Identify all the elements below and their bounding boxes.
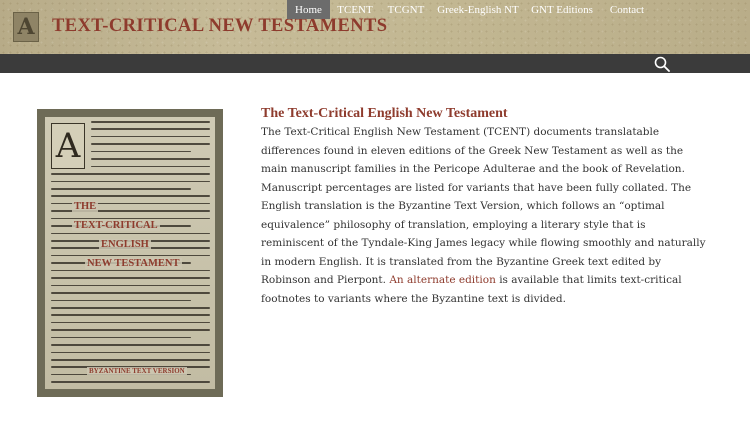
- content-body: The Text-Critical English New Testament …: [261, 123, 706, 308]
- greek-text-line: [51, 173, 210, 175]
- greek-text-line: [51, 329, 210, 331]
- image-line-2: TEXT-CRITICAL: [72, 220, 160, 231]
- greek-text-line: [51, 232, 210, 235]
- greek-text-line: [91, 135, 211, 138]
- greek-text-line: [51, 254, 210, 257]
- site-title[interactable]: TEXT-CRITICAL NEW TESTAMENTS: [52, 16, 387, 37]
- greek-text-line: [91, 158, 211, 160]
- nav-gnt-editions[interactable]: GNT Editions: [528, 0, 596, 19]
- search-icon[interactable]: [654, 56, 670, 72]
- greek-text-line: [51, 321, 210, 324]
- greek-text-line: [51, 277, 210, 279]
- greek-text-line: [51, 180, 210, 183]
- content-title: The Text-Critical English New Testament: [261, 106, 508, 121]
- greek-text-line: [51, 187, 191, 190]
- initial-letter: A: [55, 126, 81, 166]
- greek-text-line: [51, 336, 191, 339]
- image-footer: BYZANTINE TEXT VERSION: [87, 367, 187, 375]
- greek-text-line: [51, 381, 210, 383]
- greek-text-line: [91, 165, 211, 168]
- greek-text-line: [51, 284, 210, 287]
- image-line-3: ENGLISH: [99, 239, 151, 250]
- illuminated-initial: A: [51, 123, 85, 169]
- image-line-1: THE: [72, 201, 99, 212]
- illuminated-letter-logo-icon: A: [17, 14, 35, 40]
- greek-text-line: [91, 128, 211, 131]
- greek-text-line: [51, 359, 210, 361]
- greek-text-line: [51, 292, 210, 294]
- greek-text-line: [51, 351, 210, 354]
- manuscript-page: A THE TEXT-CRITICAL ENGLISH NEW TESTAMEN…: [45, 117, 215, 389]
- greek-text-line: [51, 299, 191, 302]
- greek-text-line: [51, 314, 210, 316]
- greek-text-line: [91, 143, 211, 145]
- greek-text-line: [51, 344, 210, 346]
- greek-text-line: [91, 121, 211, 123]
- greek-text-line: [51, 306, 210, 309]
- nav-contact[interactable]: Contact: [604, 0, 650, 19]
- nav-home[interactable]: Home: [287, 0, 330, 19]
- greek-text-line: [51, 269, 210, 272]
- manuscript-image: A THE TEXT-CRITICAL ENGLISH NEW TESTAMEN…: [37, 109, 223, 397]
- greek-text-line: [51, 195, 210, 197]
- greek-text-line: [91, 150, 192, 153]
- nav-tcent[interactable]: TCENT: [334, 0, 376, 19]
- nav-tcgnt[interactable]: TCGNT: [384, 0, 428, 19]
- nav-greek-english-nt[interactable]: Greek-English NT: [436, 0, 520, 19]
- image-line-4: NEW TESTAMENT: [85, 258, 182, 269]
- site-logo[interactable]: A: [13, 12, 39, 42]
- body-text: The Text-Critical English New Testament …: [261, 126, 706, 286]
- main-nav: [0, 54, 750, 73]
- alternate-edition-link[interactable]: An alternate edition: [389, 274, 496, 286]
